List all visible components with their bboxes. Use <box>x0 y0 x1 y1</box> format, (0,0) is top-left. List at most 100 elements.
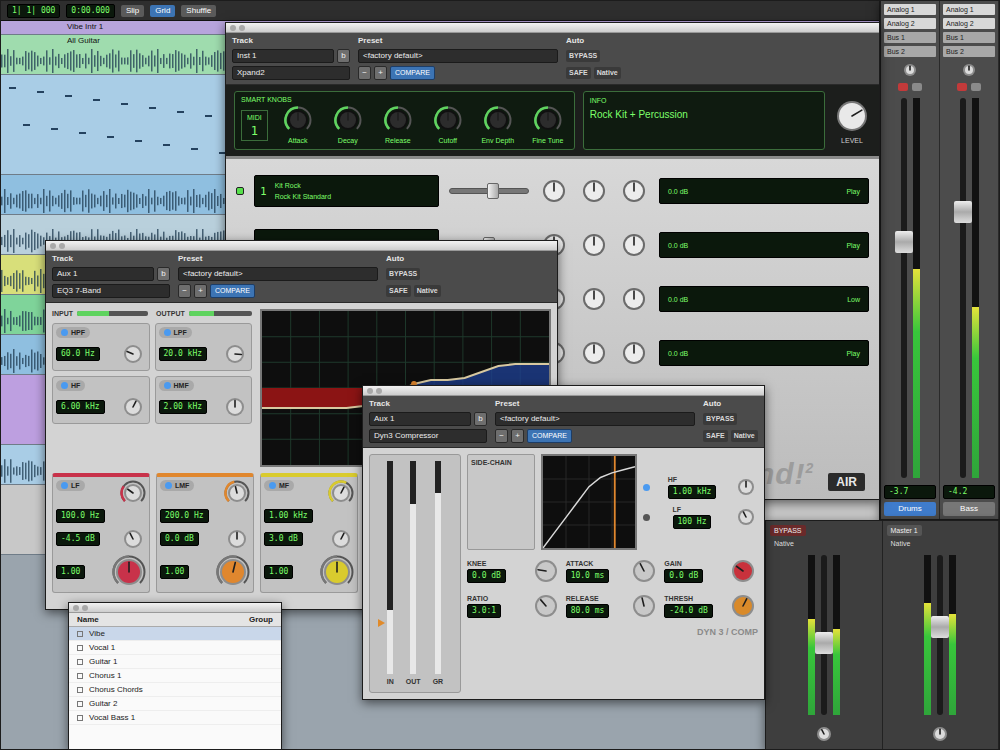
band-toggle[interactable]: MF <box>264 480 294 491</box>
next-button[interactable]: + <box>194 284 207 298</box>
solo-button[interactable] <box>912 83 922 91</box>
volume-fader[interactable] <box>821 555 827 715</box>
dynamics-knob[interactable] <box>629 556 659 586</box>
filter-toggle[interactable]: HMF <box>159 380 194 391</box>
pan-knob[interactable] <box>900 60 920 80</box>
close-button[interactable] <box>73 605 79 611</box>
safe-button[interactable]: SAFE <box>566 67 591 79</box>
next-button[interactable]: + <box>374 66 387 80</box>
pan-knob[interactable] <box>959 60 979 80</box>
volume-fader[interactable] <box>960 98 966 478</box>
preset-select[interactable]: <factory default> <box>178 267 378 281</box>
track-row[interactable]: Vibe <box>69 627 281 641</box>
solo-button[interactable] <box>971 83 981 91</box>
filter-knob[interactable] <box>222 394 248 420</box>
next-button[interactable]: + <box>511 429 524 443</box>
insert-slot[interactable]: Analog 1 <box>943 4 995 15</box>
edit-mode-button[interactable]: Slip <box>121 5 144 17</box>
fader-cap[interactable] <box>815 632 833 654</box>
filter-knob[interactable] <box>222 341 248 367</box>
track-letter-button[interactable]: b <box>337 49 350 63</box>
part-knob[interactable] <box>579 338 609 368</box>
insert-slot[interactable]: Analog 2 <box>884 18 936 29</box>
minimize-button[interactable] <box>239 25 245 31</box>
part-display[interactable]: 1Kit RockRock Kit Standard <box>254 175 439 207</box>
close-button[interactable] <box>230 25 236 31</box>
track-select[interactable]: Aux 1 <box>369 412 471 426</box>
part-knob[interactable] <box>579 176 609 206</box>
band-freq-knob[interactable] <box>328 480 354 506</box>
part-knob[interactable] <box>579 230 609 260</box>
band-toggle[interactable]: LF <box>56 480 85 491</box>
track-letter-button[interactable]: b <box>474 412 487 426</box>
part-knob[interactable] <box>619 176 649 206</box>
band-q-knob[interactable] <box>112 555 146 589</box>
filter-enable[interactable] <box>643 484 650 491</box>
insert-slot[interactable]: Analog 1 <box>884 4 936 15</box>
edit-mode-button[interactable]: Grid <box>150 5 175 17</box>
track-row[interactable]: Guitar 2 <box>69 697 281 711</box>
minimize-button[interactable] <box>376 388 382 394</box>
column-header[interactable]: Name <box>77 615 99 624</box>
fader-cap[interactable] <box>895 231 913 253</box>
dynamics-knob[interactable] <box>728 591 758 621</box>
preset-select[interactable]: <factory default> <box>495 412 695 426</box>
plugin-select[interactable]: EQ3 7-Band <box>52 284 170 298</box>
filter-toggle[interactable]: LPF <box>159 327 192 338</box>
bypass-button[interactable]: BYPASS <box>703 413 737 425</box>
filter-enable[interactable] <box>643 514 650 521</box>
compare-button[interactable]: COMPARE <box>210 284 255 298</box>
filter-knob[interactable] <box>120 341 146 367</box>
close-button[interactable] <box>50 243 56 249</box>
native-button[interactable]: Native <box>414 285 441 297</box>
part-knob[interactable] <box>539 176 569 206</box>
filter-knob[interactable] <box>734 505 758 529</box>
plugin-select[interactable]: Dyn3 Compressor <box>369 429 487 443</box>
dynamics-knob[interactable] <box>728 556 758 586</box>
dynamics-knob[interactable] <box>531 591 561 621</box>
volume-fader[interactable] <box>937 555 943 715</box>
midi-channel[interactable]: MIDI1 <box>241 110 268 141</box>
track-select[interactable]: Inst 1 <box>232 49 334 63</box>
part-knob[interactable] <box>619 338 649 368</box>
threshold-marker[interactable] <box>378 619 385 627</box>
dynamics-knob[interactable] <box>629 591 659 621</box>
smart-knob[interactable] <box>284 106 312 134</box>
send-slot[interactable]: Bus 1 <box>943 32 995 43</box>
strip-label[interactable]: Master 1 <box>887 525 922 536</box>
filter-knob[interactable] <box>120 394 146 420</box>
previous-button[interactable]: − <box>495 429 508 443</box>
filter-toggle[interactable]: HPF <box>56 327 90 338</box>
track-row[interactable]: Guitar 1 <box>69 655 281 669</box>
track-name[interactable]: Drums <box>884 502 936 516</box>
send-slot[interactable]: Bus 1 <box>884 32 936 43</box>
part-slider[interactable] <box>449 188 529 194</box>
previous-button[interactable]: − <box>178 284 191 298</box>
pan-knob[interactable] <box>813 723 835 745</box>
safe-button[interactable]: SAFE <box>386 285 411 297</box>
record-button[interactable] <box>898 83 908 91</box>
track-row[interactable]: Vocal 1 <box>69 641 281 655</box>
band-toggle[interactable]: LMF <box>160 480 194 491</box>
fader-cap[interactable] <box>931 616 949 638</box>
plugin-select[interactable]: Xpand2 <box>232 66 350 80</box>
send-slot[interactable]: Bus 2 <box>943 46 995 57</box>
bypass-button[interactable]: BYPASS <box>386 268 420 280</box>
pan-knob[interactable] <box>929 723 951 745</box>
track-select[interactable]: Aux 1 <box>52 267 154 281</box>
level-knob[interactable] <box>833 97 871 135</box>
previous-button[interactable]: − <box>358 66 371 80</box>
minimize-button[interactable] <box>59 243 65 249</box>
safe-button[interactable]: SAFE <box>703 430 728 442</box>
filter-knob[interactable] <box>734 475 758 499</box>
part-knob[interactable] <box>579 284 609 314</box>
record-button[interactable] <box>957 83 967 91</box>
native-button[interactable]: Native <box>731 430 758 442</box>
minimize-button[interactable] <box>82 605 88 611</box>
edit-mode-button[interactable]: Shuffle <box>181 5 216 17</box>
preset-select[interactable]: <factory default> <box>358 49 558 63</box>
part-knob[interactable] <box>619 230 649 260</box>
dynamics-knob[interactable] <box>531 556 561 586</box>
part-knob[interactable] <box>619 284 649 314</box>
send-slot[interactable]: Bus 2 <box>884 46 936 57</box>
